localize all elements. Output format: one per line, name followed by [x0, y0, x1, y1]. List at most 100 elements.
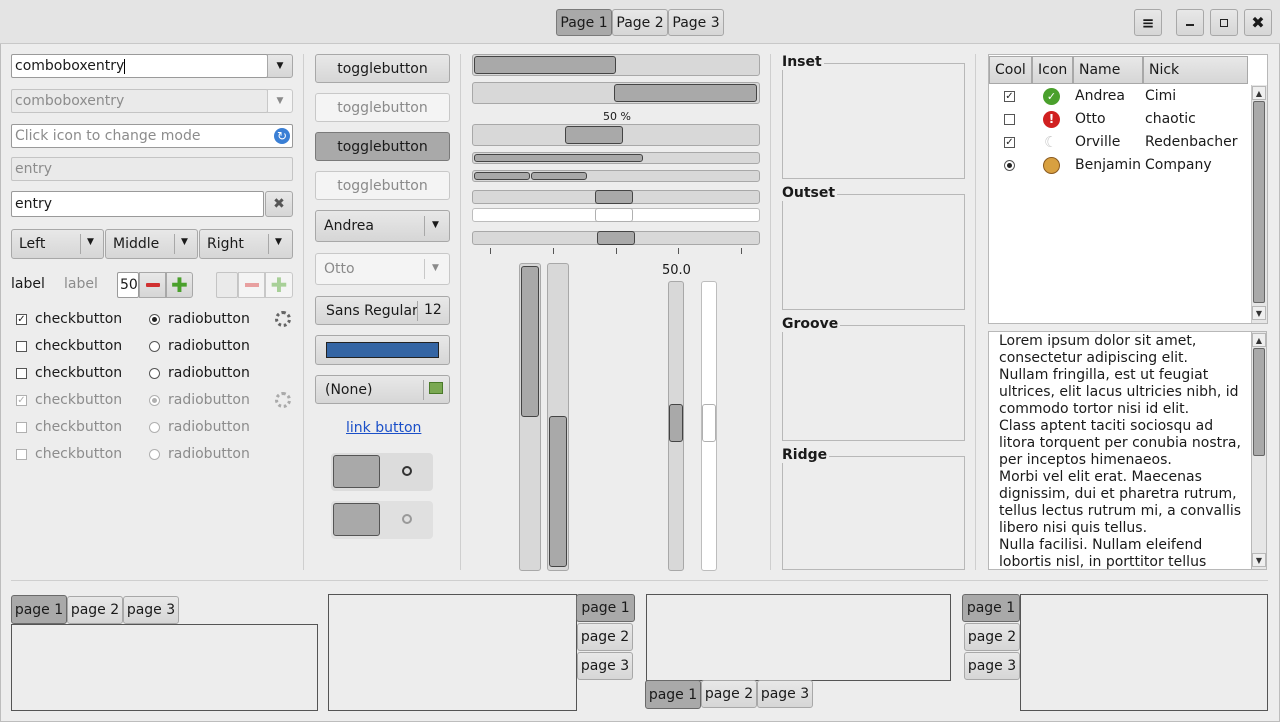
vertical-scrollbar-2[interactable] — [547, 263, 569, 571]
scroll-down-icon[interactable]: ▼ — [1252, 553, 1266, 567]
scrollbar-thumb[interactable] — [1253, 348, 1265, 456]
scale-vertical[interactable] — [668, 281, 684, 571]
refresh-icon[interactable]: ↻ — [274, 128, 290, 144]
spin-decrement-button[interactable] — [139, 272, 166, 298]
scale-handle[interactable] — [597, 231, 635, 245]
radio-1[interactable] — [149, 314, 160, 325]
radio-3[interactable] — [149, 368, 160, 379]
tab-label: page 1 — [581, 600, 630, 616]
combobox-dropdown-button[interactable]: ▼ — [267, 54, 293, 78]
scrollbar-thumb[interactable] — [521, 266, 539, 417]
combo-otto-disabled: Otto ▼ — [315, 253, 450, 285]
scroll-up-icon[interactable]: ▲ — [1252, 86, 1266, 100]
stack-tab-page-1[interactable]: Page 1 — [556, 9, 612, 36]
icon-entry[interactable]: Click icon to change mode — [11, 124, 293, 148]
notebook4-tab-3[interactable]: page 3 — [964, 652, 1020, 680]
notebook1-tab-2[interactable]: page 2 — [67, 596, 123, 624]
scrollbar-thumb[interactable] — [549, 416, 567, 567]
stack-tab-label: Page 1 — [560, 14, 608, 31]
file-chooser-button[interactable]: (None) — [315, 375, 450, 404]
toggle-button-4-disabled: togglebutton — [315, 171, 450, 200]
notebook4-panel — [1020, 594, 1268, 711]
text-line: litora torquent per conubia nostra, — [999, 435, 1241, 451]
row-cool-check[interactable]: ✓ — [1004, 137, 1015, 148]
frame-outset — [782, 194, 965, 310]
divider — [423, 380, 424, 400]
scale-handle[interactable] — [669, 404, 683, 442]
ok-icon: ✓ — [1043, 88, 1060, 105]
notebook3-tab-2[interactable]: page 2 — [701, 680, 757, 708]
switch-disabled — [331, 501, 433, 539]
toggle-button-2-disabled: togglebutton — [315, 93, 450, 122]
column-header-cool[interactable]: Cool — [989, 56, 1032, 84]
text-line: dignissim, dui et pharetra rutrum, — [999, 486, 1237, 502]
scale-handle[interactable] — [595, 190, 633, 204]
combo-right[interactable]: Right ▼ — [199, 229, 293, 259]
link-button[interactable]: link button — [346, 420, 421, 436]
scrollbar-thumb[interactable] — [1253, 101, 1265, 303]
checkbox-6-disabled — [16, 449, 27, 460]
switch-on[interactable] — [331, 453, 433, 491]
color-swatch — [326, 342, 439, 358]
stack-tab-page-2[interactable]: Page 2 — [612, 9, 668, 36]
font-button[interactable]: Sans Regular 12 — [315, 296, 450, 325]
notebook3-tab-1[interactable]: page 1 — [645, 680, 701, 709]
frame-ridge-title: Ridge — [782, 447, 830, 463]
scroll-up-icon[interactable]: ▲ — [1252, 333, 1266, 347]
text-view-scrollbar[interactable]: ▲ ▼ — [1251, 331, 1267, 570]
scale-tick — [741, 248, 742, 254]
tree-scrollbar[interactable]: ▲ ▼ — [1251, 85, 1267, 323]
radio-2[interactable] — [149, 341, 160, 352]
scale-tick — [490, 248, 491, 254]
combo-andrea[interactable]: Andrea ▼ — [315, 210, 450, 242]
toggle-button-1[interactable]: togglebutton — [315, 54, 450, 83]
row-nick: Redenbacher — [1145, 134, 1238, 150]
progress-bar-thin — [472, 152, 760, 164]
divider — [174, 234, 175, 254]
minimize-button[interactable] — [1176, 9, 1204, 36]
notebook4-tab-1[interactable]: page 1 — [962, 594, 1020, 622]
combobox-entry[interactable]: comboboxentry — [11, 54, 268, 78]
notebook2-tab-2[interactable]: page 2 — [577, 623, 633, 651]
font-size: 12 — [424, 302, 442, 318]
checkbox-1[interactable]: ✓ — [16, 314, 27, 325]
vertical-scrollbar-1[interactable] — [519, 263, 541, 571]
toggle-label: togglebutton — [337, 138, 428, 155]
row-cool-radio[interactable] — [1004, 160, 1015, 171]
maximize-button[interactable] — [1210, 9, 1238, 36]
notebook2-tab-3[interactable]: page 3 — [577, 652, 633, 680]
checkbox-2[interactable] — [16, 341, 27, 352]
combo-middle[interactable]: Middle ▼ — [105, 229, 198, 259]
stack-tab-label: Page 3 — [672, 14, 720, 31]
stack-tab-page-3[interactable]: Page 3 — [668, 9, 724, 36]
text-view[interactable]: Lorem ipsum dolor sit amet, consectetur a… — [988, 331, 1252, 570]
toggle-button-3-active[interactable]: togglebutton — [315, 132, 450, 161]
combobox-dropdown-button-disabled: ▼ — [267, 89, 293, 113]
menu-button[interactable]: ≡ — [1134, 9, 1162, 36]
spin-increment-button[interactable]: ✚ — [166, 272, 193, 298]
scroll-down-icon[interactable]: ▼ — [1252, 306, 1266, 320]
column-header-nick[interactable]: Nick — [1143, 56, 1248, 84]
column-header-icon[interactable]: Icon — [1032, 56, 1073, 84]
scale-horizontal-marks[interactable] — [472, 231, 760, 245]
clear-entry-button[interactable]: ✖ — [265, 191, 293, 217]
combo-left[interactable]: Left ▼ — [11, 229, 104, 259]
scale-horizontal-1[interactable] — [472, 190, 760, 204]
notebook4-tab-2[interactable]: page 2 — [964, 623, 1020, 651]
notebook2-tab-1[interactable]: page 1 — [576, 594, 635, 622]
column-header-name[interactable]: Name — [1073, 56, 1143, 84]
entry-field[interactable]: entry — [11, 191, 264, 217]
notebook2-panel — [328, 594, 577, 711]
notebook1-tab-3[interactable]: page 3 — [123, 596, 179, 624]
color-button[interactable] — [315, 335, 450, 365]
spin-input[interactable]: 50 — [117, 272, 139, 298]
checkbox-label: checkbutton — [35, 338, 123, 354]
row-cool-check[interactable]: ✓ — [1004, 91, 1015, 102]
checkbox-3[interactable] — [16, 368, 27, 379]
combobox-entry-disabled-text: comboboxentry — [15, 93, 125, 109]
close-button[interactable]: ✖ — [1244, 9, 1272, 36]
notebook3-tab-3[interactable]: page 3 — [757, 680, 813, 708]
notebook1-tab-1[interactable]: page 1 — [11, 595, 67, 624]
row-cool-check[interactable] — [1004, 114, 1015, 125]
level-segment — [531, 172, 587, 180]
